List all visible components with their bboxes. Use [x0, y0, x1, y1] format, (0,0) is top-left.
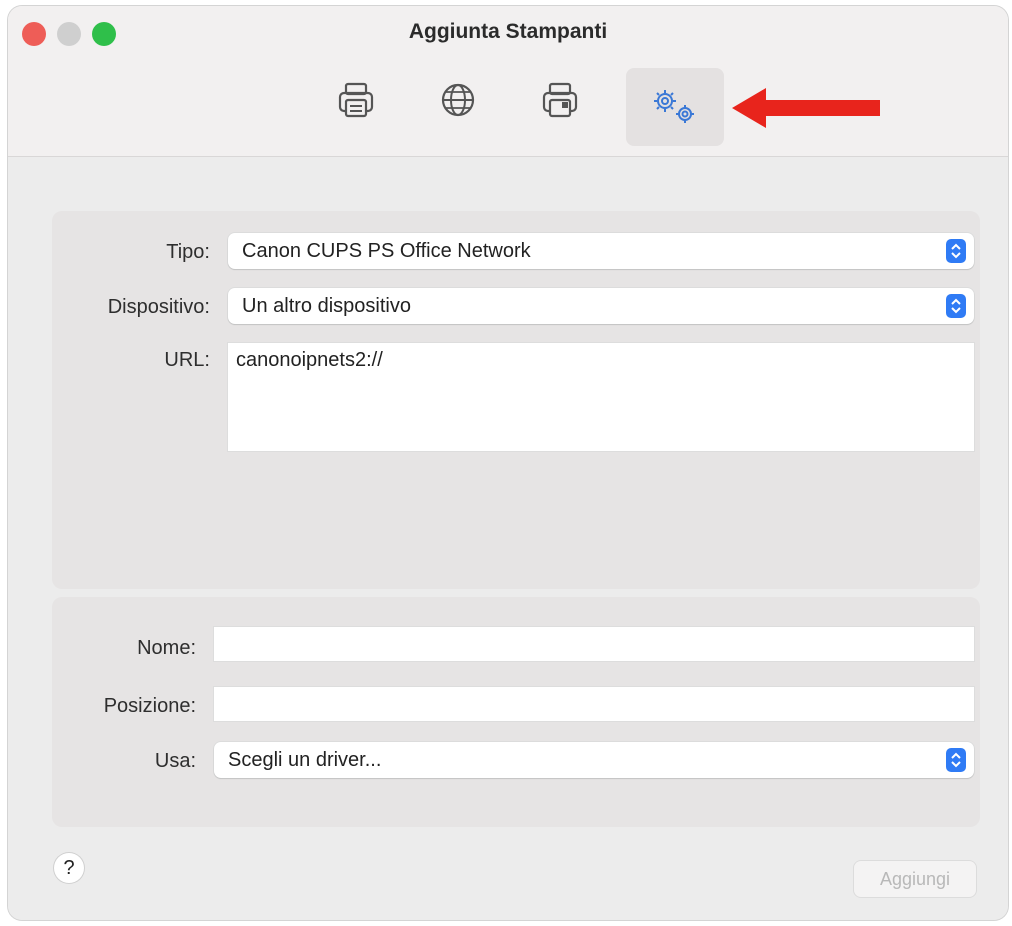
driver-select[interactable]: Scegli un driver...: [214, 742, 974, 778]
location-field[interactable]: [214, 687, 974, 721]
add-printer-window: Aggiunta Stampanti Tipo: Canon CUPS PS O…: [8, 6, 1008, 920]
type-select[interactable]: Canon CUPS PS Office Network: [228, 233, 974, 269]
toolbar: Aggiunta Stampanti: [8, 6, 1008, 157]
name-label: Nome:: [137, 637, 196, 659]
type-stepper-icon: [946, 239, 966, 263]
advanced-pane: Tipo: Canon CUPS PS Office Network Dispo…: [8, 157, 1008, 920]
driver-stepper-icon: [946, 748, 966, 772]
device-value: Un altro dispositivo: [242, 295, 411, 317]
device-stepper-icon: [946, 294, 966, 318]
toolbar-windows-button[interactable]: [538, 78, 582, 122]
url-field[interactable]: canonoipnets2://: [228, 343, 974, 451]
add-button[interactable]: Aggiungi: [854, 861, 976, 897]
name-field[interactable]: [214, 627, 974, 661]
toolbar-advanced-button[interactable]: [626, 68, 724, 146]
gears-icon: [654, 90, 694, 123]
windows-printer-icon: [542, 82, 578, 118]
device-label: Dispositivo:: [107, 296, 210, 318]
window-title: Aggiunta Stampanti: [408, 20, 608, 43]
toolbar-default-button[interactable]: [334, 78, 378, 122]
help-button[interactable]: ?: [54, 853, 84, 883]
toolbar-ip-button[interactable]: [436, 78, 480, 122]
use-label: Usa:: [154, 750, 196, 772]
printer-icon: [338, 82, 374, 118]
device-select[interactable]: Un altro dispositivo: [228, 288, 974, 324]
url-label: URL:: [164, 349, 210, 371]
url-value: canonoipnets2://: [236, 349, 383, 371]
driver-value: Scegli un driver...: [228, 749, 382, 771]
type-value: Canon CUPS PS Office Network: [242, 240, 531, 262]
type-label: Tipo:: [166, 241, 210, 263]
red-arrow-annotation: [732, 88, 880, 128]
globe-icon: [441, 83, 475, 117]
location-label: Posizione:: [103, 695, 196, 717]
